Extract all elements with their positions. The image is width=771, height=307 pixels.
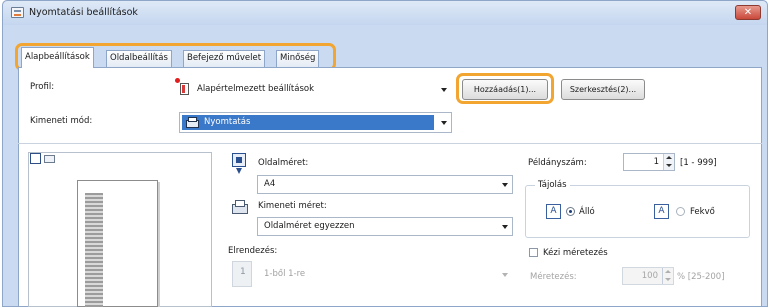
- orientation-title: Tájolás: [535, 180, 570, 190]
- layout-value: 1-ből 1-re: [264, 269, 306, 279]
- preview-content: [85, 193, 103, 307]
- spin-up-icon[interactable]: [665, 270, 671, 273]
- spin-down-icon[interactable]: [666, 164, 672, 167]
- edit-profile-button[interactable]: Szerkesztés(2)...: [561, 79, 645, 100]
- output-mode-selection: Nyomtatás: [182, 115, 434, 130]
- copies-label: Példányszám:: [528, 158, 587, 168]
- output-mode-value: Nyomtatás: [204, 117, 251, 127]
- chevron-down-icon: [502, 225, 508, 229]
- copies-spinner[interactable]: 1: [623, 153, 675, 171]
- layout-icon-number: 1: [240, 267, 246, 277]
- output-size-value: Oldalméret egyezzen: [264, 221, 355, 231]
- profile-value: Alapértelmezett beállítások: [197, 84, 315, 94]
- output-mode-label: Kimeneti mód:: [30, 116, 93, 126]
- chevron-down-icon: [441, 88, 447, 92]
- copies-value: 1: [653, 157, 659, 167]
- output-size-select[interactable]: Oldalméret egyezzen: [257, 217, 513, 236]
- printer-settings-icon: [11, 7, 24, 18]
- section-divider: [18, 143, 762, 144]
- scaling-label: Méretezés:: [530, 272, 577, 282]
- tab-basic-settings[interactable]: Alapbeállítások: [21, 47, 94, 68]
- scaling-stepper[interactable]: [662, 268, 673, 284]
- spin-down-icon[interactable]: [665, 278, 671, 281]
- close-button[interactable]: ✕: [735, 5, 761, 20]
- window-title: Nyomtatási beállítások: [29, 7, 138, 18]
- page-size-label: Oldalméret:: [258, 158, 309, 168]
- layout-label: Elrendezés:: [228, 246, 278, 256]
- arrow-down-icon: [236, 168, 242, 174]
- copies-range: [1 - 999]: [680, 158, 717, 168]
- title-bar[interactable]: Nyomtatási beállítások ✕: [3, 1, 767, 25]
- chevron-down-icon: [441, 121, 447, 125]
- page-size-icon: [232, 153, 246, 167]
- printer-output-icon: [232, 200, 248, 214]
- landscape-label[interactable]: Fekvő: [690, 207, 715, 217]
- profile-label: Profil:: [30, 82, 55, 92]
- portrait-radio[interactable]: [566, 207, 575, 216]
- output-mode-select[interactable]: Nyomtatás: [179, 112, 452, 133]
- page-size-select[interactable]: A4: [257, 175, 513, 194]
- copies-stepper[interactable]: [663, 154, 674, 170]
- portrait-icon: A: [546, 204, 561, 219]
- add-button-highlight: [456, 73, 554, 104]
- scaling-range: % [25-200]: [677, 272, 725, 282]
- scaling-spinner[interactable]: 100: [622, 267, 674, 285]
- layout-select[interactable]: 1-ből 1-re: [257, 265, 513, 284]
- spin-up-icon[interactable]: [666, 156, 672, 159]
- landscape-icon: A: [654, 204, 669, 219]
- profile-document-icon: [180, 83, 189, 95]
- printer-view-icon[interactable]: [44, 155, 55, 163]
- manual-scaling-label[interactable]: Kézi méretezés: [543, 248, 608, 258]
- chevron-down-icon: [502, 273, 508, 277]
- landscape-radio[interactable]: [676, 207, 685, 216]
- chevron-down-icon: [502, 183, 508, 187]
- profile-select[interactable]: Alapértelmezett beállítások: [194, 80, 452, 99]
- portrait-label[interactable]: Álló: [579, 207, 595, 217]
- manual-scaling-checkbox[interactable]: [529, 248, 538, 257]
- page-size-value: A4: [264, 179, 276, 189]
- output-size-label: Kimeneti méret:: [258, 201, 327, 211]
- printer-icon: [186, 117, 199, 128]
- scaling-value: 100: [641, 271, 658, 281]
- page-view-icon[interactable]: [30, 153, 41, 164]
